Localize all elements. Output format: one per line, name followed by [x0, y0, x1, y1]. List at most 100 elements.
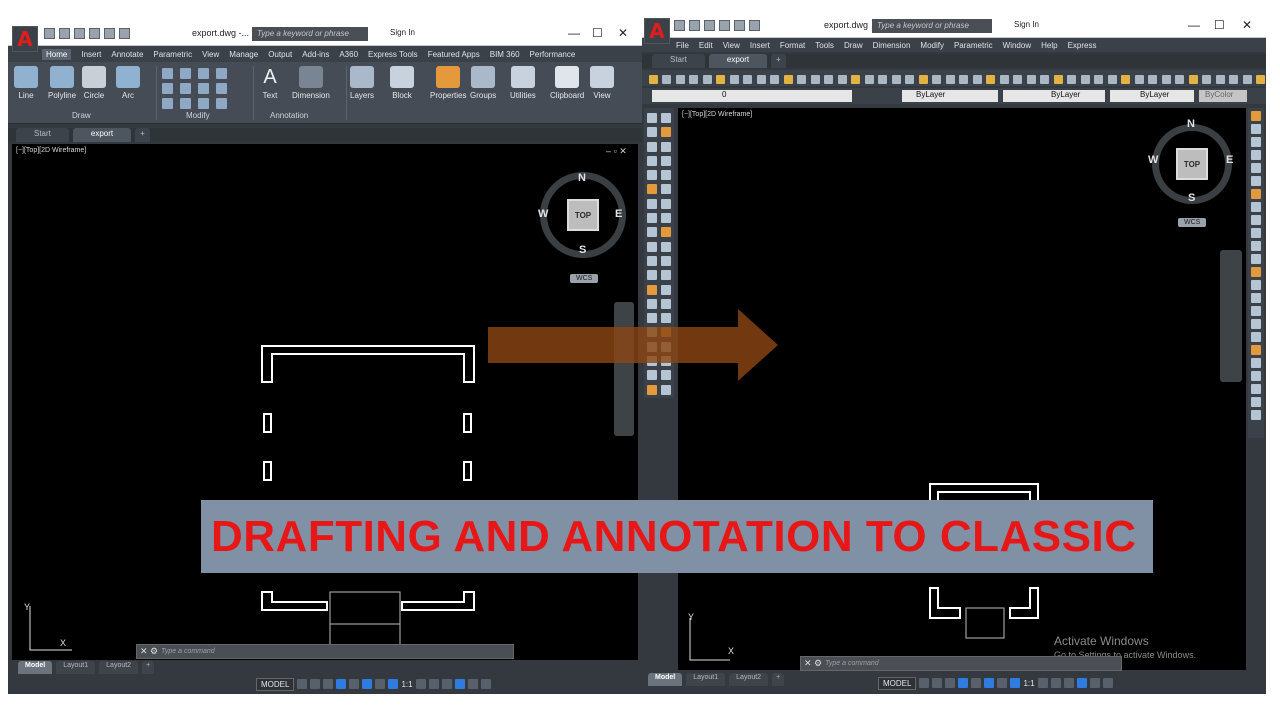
draw-tool-icon[interactable] [661, 155, 671, 166]
ribbon-tab-output[interactable]: Output [268, 50, 292, 59]
ribbon-tab-home[interactable]: Home [42, 48, 72, 60]
snap-icon[interactable] [932, 678, 943, 688]
dimension-tool-icon[interactable] [1251, 241, 1261, 251]
draw-tool-icon[interactable] [647, 270, 657, 281]
save-icon[interactable] [74, 28, 85, 39]
draw-tool-icon[interactable] [661, 270, 671, 281]
hardware-acceleration-icon[interactable] [441, 679, 452, 689]
modify-tool-icon[interactable] [180, 83, 191, 94]
draw-tool-icon[interactable] [661, 298, 671, 309]
standard-tool-icon[interactable] [1040, 74, 1050, 84]
standard-tool-icon[interactable] [648, 74, 658, 84]
isolate-icon[interactable] [1076, 678, 1087, 688]
draw-tool-icon[interactable] [647, 255, 657, 266]
menu-format[interactable]: Format [780, 41, 805, 50]
standard-tool-icon[interactable] [1161, 74, 1171, 84]
draw-tool-icon[interactable] [661, 141, 671, 152]
draw-tool-icon[interactable] [661, 113, 671, 123]
draw-tool-icon[interactable] [647, 384, 657, 395]
draw-tool-icon[interactable] [661, 241, 671, 252]
dimension-tool-icon[interactable] [1251, 410, 1261, 420]
modify-tool-icon[interactable] [216, 68, 227, 79]
close-command-icon[interactable]: ✕ ⚙ [137, 646, 161, 657]
utilities-tool[interactable]: Utilities [510, 66, 536, 100]
osnap-icon[interactable] [349, 679, 360, 689]
viewcube-top-face[interactable]: TOP [1176, 148, 1208, 180]
standard-tool-icon[interactable] [716, 74, 726, 84]
model-space-button[interactable]: MODEL [878, 676, 917, 690]
dimension-tool-icon[interactable] [1251, 137, 1261, 147]
standard-tool-icon[interactable] [1202, 74, 1212, 84]
ortho-icon[interactable] [945, 678, 956, 688]
view-tool[interactable]: View [590, 66, 614, 100]
ribbon-tab-performance[interactable]: Performance [530, 50, 576, 59]
standard-tool-icon[interactable] [905, 74, 915, 84]
file-tab-export[interactable]: export [708, 54, 768, 68]
close-command-icon[interactable]: ✕ ⚙ [801, 658, 825, 669]
sign-in-link[interactable]: Sign In [1014, 20, 1039, 29]
file-tab-start[interactable]: Start [16, 128, 69, 142]
close-button[interactable]: ✕ [618, 26, 628, 40]
open-icon[interactable] [689, 20, 700, 31]
layers-tool[interactable]: Layers [350, 66, 374, 100]
compass-west[interactable]: W [1148, 154, 1158, 166]
standard-tool-icon[interactable] [1013, 74, 1023, 84]
menu-file[interactable]: File [676, 41, 689, 50]
draw-tool-icon[interactable] [647, 141, 657, 152]
layout-tab-model[interactable]: Model [18, 661, 53, 674]
dimension-tool-icon[interactable] [1251, 293, 1261, 303]
draw-tool-icon[interactable] [661, 184, 671, 195]
compass-south[interactable]: S [1188, 192, 1195, 204]
draw-panel-label[interactable]: Draw [72, 111, 91, 120]
standard-tool-icon[interactable] [675, 74, 685, 84]
draw-tool-icon[interactable] [647, 155, 657, 166]
standard-tool-icon[interactable] [797, 74, 807, 84]
draw-tool-icon[interactable] [661, 213, 671, 224]
add-layout-button[interactable]: + [772, 673, 785, 686]
layout-tab-layout2[interactable]: Layout2 [729, 673, 769, 686]
new-tab-button[interactable]: + [135, 128, 150, 142]
standard-tool-icon[interactable] [729, 74, 739, 84]
dimension-tool-icon[interactable] [1251, 150, 1261, 160]
standard-tool-icon[interactable] [662, 74, 672, 84]
draw-tool-icon[interactable] [647, 113, 657, 123]
dimension-tool-icon[interactable] [1251, 280, 1261, 290]
dimension-tool-icon[interactable] [1251, 306, 1261, 316]
clipboard-tool[interactable]: Clipboard [550, 66, 584, 100]
annotation-scale[interactable]: 1:1 [401, 680, 412, 689]
standard-tool-icon[interactable] [864, 74, 874, 84]
properties-tool[interactable]: Properties [430, 66, 466, 100]
menu-edit[interactable]: Edit [699, 41, 713, 50]
draw-tool-icon[interactable] [661, 127, 671, 138]
dimension-tool[interactable]: Dimension [292, 66, 330, 100]
draw-tool-icon[interactable] [647, 184, 657, 195]
modify-tool-icon[interactable] [216, 98, 227, 109]
draw-tool-icon[interactable] [661, 284, 671, 295]
navigation-bar[interactable] [1220, 250, 1242, 382]
drawing-viewport[interactable]: [−][Top][2D Wireframe] TOP N S E W WCS Y [678, 108, 1246, 670]
clean-screen-icon[interactable] [1089, 678, 1100, 688]
lineweight-icon[interactable] [375, 679, 386, 689]
command-input[interactable]: Type a command [161, 648, 215, 655]
text-tool[interactable]: A Text [258, 66, 282, 100]
ribbon-tab-manage[interactable]: Manage [229, 50, 258, 59]
compass-south[interactable]: S [579, 244, 586, 256]
standard-tool-icon[interactable] [1242, 74, 1252, 84]
sign-in-link[interactable]: Sign In [390, 28, 415, 37]
standard-tool-icon[interactable] [1121, 74, 1131, 84]
ribbon-tab-parametric[interactable]: Parametric [153, 50, 192, 59]
layout-tab-model[interactable]: Model [648, 673, 683, 686]
workspace-gear-icon[interactable] [1037, 678, 1048, 688]
save-icon[interactable] [704, 20, 715, 31]
workspace-gear-icon[interactable] [415, 679, 426, 689]
modify-tool-icon[interactable] [198, 83, 209, 94]
standard-tool-icon[interactable] [959, 74, 969, 84]
standard-tool-icon[interactable] [783, 74, 793, 84]
print-icon[interactable] [104, 28, 115, 39]
standard-tool-icon[interactable] [945, 74, 955, 84]
standard-tool-icon[interactable] [851, 74, 861, 84]
save-as-icon[interactable] [89, 28, 100, 39]
modify-tool-icon[interactable] [162, 83, 173, 94]
plus-icon[interactable] [428, 679, 439, 689]
grid-icon[interactable] [919, 678, 930, 688]
